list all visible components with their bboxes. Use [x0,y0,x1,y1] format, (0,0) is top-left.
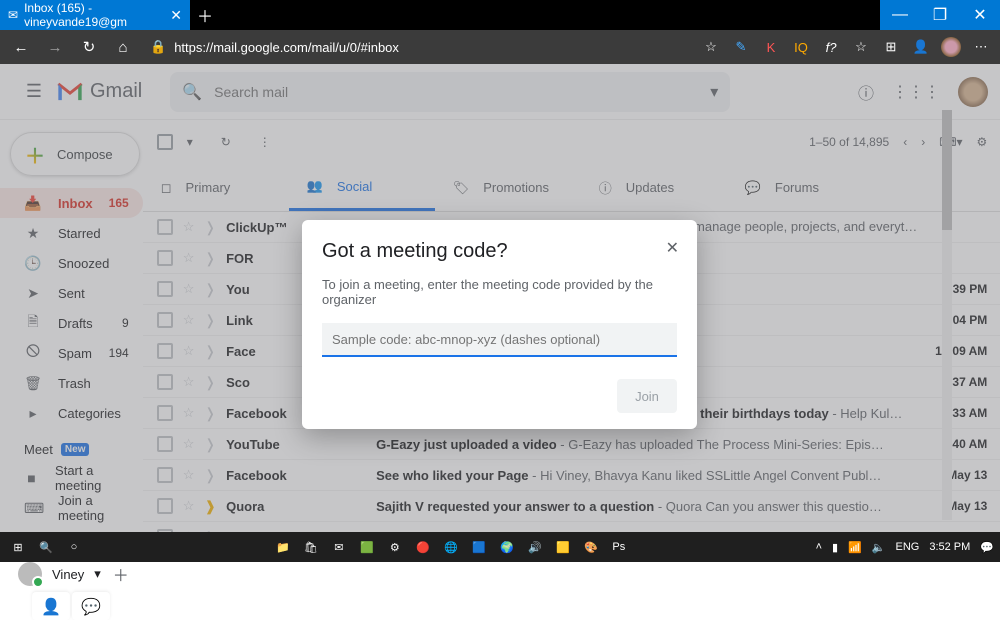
url-bar: ← → ↻ ⌂ 🔒 https://mail.google.com/mail/u… [0,30,1000,64]
battery-icon[interactable]: ▮ [832,541,838,554]
collections-button[interactable]: ⊞ [878,34,904,60]
app-icon[interactable]: 🟩 [355,535,379,559]
volume-icon[interactable]: 🔈 [872,541,886,554]
new-chat-button[interactable]: ＋ [113,562,129,586]
app-icon[interactable]: Ps [607,535,631,559]
chevron-down-icon[interactable]: ▾ [94,566,101,582]
ext-iq-icon[interactable]: IQ [788,34,814,60]
profile-button[interactable]: 👤 [908,34,934,60]
app-icon[interactable]: ⚙ [383,535,407,559]
avatar-button[interactable] [938,34,964,60]
join-button[interactable]: Join [617,379,677,413]
more-button[interactable]: ⋯ [968,34,994,60]
chat-tab[interactable]: 💬 [72,592,110,620]
cortana-button[interactable]: ○ [62,535,86,559]
chat-avatar [18,562,42,586]
favorite-icon[interactable]: ☆ [698,34,724,60]
app-icon[interactable]: ✉ [327,535,351,559]
favorites-button[interactable]: ☆ [848,34,874,60]
window-controls: — ❐ ✕ [880,0,1000,30]
close-tab-icon[interactable]: ✕ [170,7,182,24]
sidebar-bottom-tabs: 👤 💬 [0,586,143,620]
taskbar: ⊞ 🔍 ○ 📁 🛍 ✉ 🟩 ⚙ 🔴 🌐 🟦 🌍 🔊 🟨 🎨 Ps ˄ ▮ 📶 🔈… [0,532,1000,562]
lock-icon: 🔒 [150,39,166,55]
app-icon[interactable]: 🌍 [495,535,519,559]
mail-icon: ✉ [8,8,18,22]
refresh-button[interactable]: ↻ [74,32,104,62]
tab-title: Inbox (165) - vineyvande19@gm [24,1,164,29]
back-button[interactable]: ← [6,32,36,62]
search-button[interactable]: 🔍 [34,535,58,559]
chat-user-row[interactable]: Viney ▾ ＋ [0,558,143,586]
start-button[interactable]: ⊞ [6,535,30,559]
new-tab-button[interactable]: ＋ [190,0,220,30]
app-icon[interactable]: 🟨 [551,535,575,559]
titlebar: ✉ Inbox (165) - vineyvande19@gm ✕ ＋ — ❐ … [0,0,1000,30]
meeting-code-dialog: Got a meeting code? ✕ To join a meeting,… [302,220,697,429]
app-icon[interactable]: 🔴 [411,535,435,559]
app-icon[interactable]: 📁 [271,535,295,559]
close-window-button[interactable]: ✕ [960,0,1000,30]
minimize-button[interactable]: — [880,0,920,30]
dialog-body: To join a meeting, enter the meeting cod… [322,277,677,307]
app-icon[interactable]: 🌐 [439,535,463,559]
close-dialog-button[interactable]: ✕ [666,238,679,258]
hangouts-tab[interactable]: 👤 [32,592,70,620]
ext-fx-icon[interactable]: f? [818,34,844,60]
app-icon[interactable]: 🔊 [523,535,547,559]
system-tray[interactable]: ˄ ▮ 📶 🔈 ENG 3:52 PM 💬 [816,541,994,554]
maximize-button[interactable]: ❐ [920,0,960,30]
language-indicator[interactable]: ENG [896,541,920,553]
notifications-icon[interactable]: 💬 [980,541,994,554]
url-text: https://mail.google.com/mail/u/0/#inbox [174,40,399,55]
clock[interactable]: 3:52 PM [929,541,970,553]
ext-icon[interactable]: ✎ [728,34,754,60]
tray-up-icon[interactable]: ˄ [816,541,822,553]
app-icon[interactable]: 🛍 [299,535,323,559]
ext-k-icon[interactable]: K [758,34,784,60]
wifi-icon[interactable]: 📶 [848,541,862,554]
browser-tab[interactable]: ✉ Inbox (165) - vineyvande19@gm ✕ [0,0,190,30]
meeting-code-input[interactable] [322,323,677,357]
address-bar[interactable]: 🔒 https://mail.google.com/mail/u/0/#inbo… [142,39,694,55]
forward-button[interactable]: → [40,32,70,62]
app-icon[interactable]: 🎨 [579,535,603,559]
dialog-title: Got a meeting code? [322,240,677,263]
app-icon[interactable]: 🟦 [467,535,491,559]
home-button[interactable]: ⌂ [108,32,138,62]
